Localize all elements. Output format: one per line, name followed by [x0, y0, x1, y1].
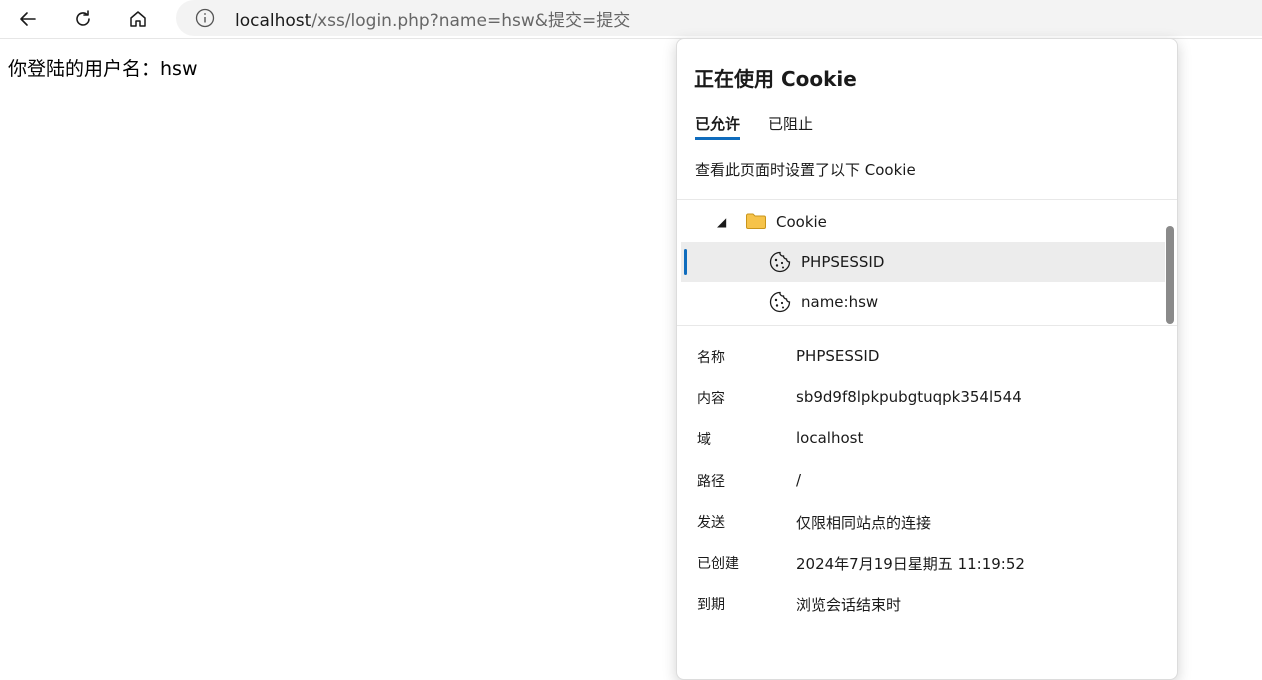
- address-bar[interactable]: localhost/xss/login.php?name=hsw&提交=提交: [176, 0, 1262, 36]
- url-path: /xss/login.php?name=hsw&提交=提交: [311, 10, 631, 31]
- detail-row-path: 路径 /: [677, 471, 1177, 501]
- back-arrow-icon: [20, 12, 36, 26]
- detail-value: /: [796, 471, 802, 489]
- tree-folder-label: Cookie: [776, 213, 827, 231]
- browser-toolbar: localhost/xss/login.php?name=hsw&提交=提交: [0, 0, 1262, 39]
- tree-item-name-hsw[interactable]: name:hsw: [681, 282, 1165, 322]
- site-info-icon[interactable]: [194, 7, 216, 29]
- detail-row-send: 发送 仅限相同站点的连接: [677, 512, 1177, 542]
- tab-blocked[interactable]: 已阻止: [768, 113, 813, 137]
- selection-indicator: [684, 249, 687, 275]
- logged-in-username-text: 你登陆的用户名：hsw: [8, 58, 198, 80]
- detail-key: 已创建: [697, 556, 739, 572]
- detail-value: 2024年7月19日星期五 11:19:52: [796, 555, 1025, 573]
- tree-scrollbar[interactable]: [1166, 226, 1174, 324]
- cookie-description: 查看此页面时设置了以下 Cookie: [695, 161, 916, 179]
- tree-folder-cookie[interactable]: ◢ Cookie: [681, 202, 1165, 242]
- back-button[interactable]: [12, 3, 44, 35]
- url-text[interactable]: localhost/xss/login.php?name=hsw&提交=提交: [235, 6, 630, 31]
- tree-item-label: PHPSESSID: [801, 253, 885, 271]
- popup-title: 正在使用 Cookie: [694, 67, 857, 91]
- detail-value: localhost: [796, 429, 864, 447]
- detail-row-expires: 到期 浏览会话结束时: [677, 594, 1177, 624]
- cookie-icon: [769, 291, 791, 317]
- cookie-icon: [769, 251, 791, 277]
- cookie-tree: ◢ Cookie PHPSESSID name:hsw: [677, 200, 1177, 325]
- detail-row-created: 已创建 2024年7月19日星期五 11:19:52: [677, 553, 1177, 583]
- detail-value: sb9d9f8lpkpubgtuqpk354l544: [796, 388, 1022, 406]
- url-host: localhost: [235, 10, 312, 31]
- detail-key: 到期: [697, 597, 725, 613]
- detail-key: 发送: [697, 515, 725, 531]
- detail-key: 域: [697, 432, 711, 448]
- reload-icon: [76, 10, 90, 26]
- tree-item-label: name:hsw: [801, 293, 879, 311]
- detail-row-domain: 域 localhost: [677, 429, 1177, 459]
- tree-item-phpsessid[interactable]: PHPSESSID: [681, 242, 1165, 282]
- detail-value: PHPSESSID: [796, 347, 880, 365]
- detail-key: 内容: [697, 391, 725, 407]
- cookie-popup: 正在使用 Cookie 已允许 已阻止 查看此页面时设置了以下 Cookie ◢…: [676, 38, 1178, 680]
- home-button[interactable]: [122, 3, 154, 35]
- tab-allowed[interactable]: 已允许: [695, 113, 741, 140]
- collapse-triangle-icon[interactable]: ◢: [717, 215, 726, 229]
- home-icon: [130, 11, 146, 27]
- detail-value: 仅限相同站点的连接: [796, 514, 932, 532]
- folder-icon: [745, 211, 767, 235]
- divider: [677, 325, 1177, 326]
- detail-value: 浏览会话结束时: [796, 596, 902, 614]
- detail-key: 名称: [697, 350, 725, 366]
- detail-row-name: 名称 PHPSESSID: [677, 347, 1177, 377]
- reload-button[interactable]: [67, 3, 99, 35]
- detail-key: 路径: [697, 474, 725, 490]
- detail-row-content: 内容 sb9d9f8lpkpubgtuqpk354l544: [677, 388, 1177, 418]
